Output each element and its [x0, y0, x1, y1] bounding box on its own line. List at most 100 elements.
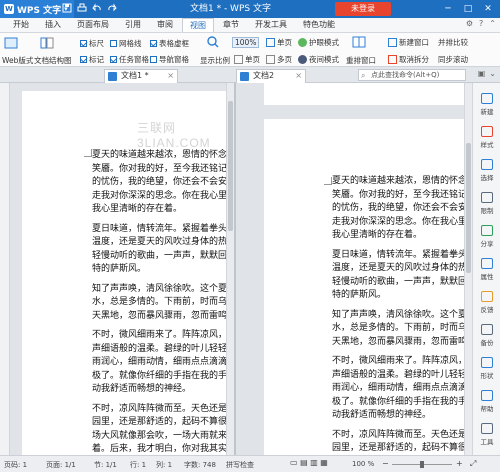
tab-developer[interactable]: 开发工具 — [248, 18, 294, 32]
paragraph[interactable]: 夏天的味道越来越浓，恩情的怀念越 笑靥。你对我的好，至今我还铭记在 的忧伤，我的绝望… — [332, 175, 472, 243]
one-page-view-button[interactable]: 单页 — [234, 54, 260, 65]
tab-start[interactable]: 开始 — [6, 18, 36, 32]
gridlines-checkbox[interactable]: 网格线 — [110, 38, 142, 49]
help-icon[interactable]: ? — [479, 19, 483, 28]
close-tab-icon[interactable]: × — [167, 70, 174, 82]
sidebar-item-share[interactable]: 分享 — [473, 225, 500, 248]
paragraph[interactable]: 夏天的味道越来越浓，恩情的怀念越 笑靥。你对我的好，至今我还铭记在心 的忧伤，我的绝… — [92, 149, 234, 217]
side-by-side-button[interactable]: 并排比较 — [438, 37, 468, 48]
tab-review[interactable]: 审阅 — [150, 18, 180, 32]
new-window-label: 新建窗口 — [399, 38, 429, 47]
print-icon[interactable] — [77, 3, 87, 13]
left-text-body[interactable]: 夏天的味道越来越浓，恩情的怀念越 笑靥。你对我的好，至今我还铭记在心 的忧伤，我的绝… — [92, 149, 234, 455]
ruler-checkbox[interactable]: 标尺 — [80, 38, 104, 49]
eye-icon — [298, 38, 307, 47]
show-ratio-wrap[interactable]: 显示比例 — [200, 55, 230, 66]
right-document-pane[interactable]: 夏天的味道越来越浓，恩情的怀念越 笑靥。你对我的好，至今我还铭记在 的忧伤，我的绝望… — [236, 83, 472, 455]
right-vertical-scrollbar[interactable] — [464, 83, 472, 455]
settings-icon[interactable]: ⚙ — [466, 19, 473, 28]
zoom-slider-thumb[interactable] — [420, 461, 424, 468]
paragraph[interactable]: 不时，凉风阵阵微而至。天色还是园里，还是那舒适的，起码不算很热场大风就像那会吹，… — [332, 429, 472, 456]
share-icon — [481, 225, 493, 236]
spell-check-button[interactable]: 拼写检查 — [226, 460, 254, 470]
text-line: 夏天的味道越来越浓，恩情的怀念越 — [332, 176, 472, 186]
multi-page-button[interactable]: 多页 — [266, 54, 292, 65]
document-tab-1-label: 文档1 * — [121, 71, 149, 80]
tab-page-layout[interactable]: 页面布局 — [70, 18, 116, 32]
tab-insert[interactable]: 插入 — [38, 18, 68, 32]
table-grid-checkbox[interactable]: 表格虚框 — [150, 38, 189, 49]
cancel-split-button[interactable]: 取消拆分 — [388, 54, 429, 65]
document-tab-2[interactable]: 文档2 × — [236, 69, 306, 83]
sidebar-item-style[interactable]: 样式 — [473, 126, 500, 149]
markers-checkbox[interactable]: 标记 — [80, 54, 104, 65]
sidebar-item-backup[interactable]: 备份 — [473, 324, 500, 347]
text-line: 水，总是多情的。下雨前，时而乌云 — [92, 297, 234, 307]
document-tab-1[interactable]: 文档1 * × — [104, 69, 178, 83]
save-icon[interactable] — [62, 3, 72, 13]
expand-icon[interactable]: ⌄ — [489, 69, 496, 78]
fit-window-icon[interactable]: ⤢ — [470, 459, 476, 469]
rearrange-window-button[interactable] — [352, 36, 366, 50]
nav-pane-checkbox[interactable]: 导航窗格 — [150, 54, 189, 65]
night-mode-label: 夜间模式 — [309, 55, 339, 64]
paragraph[interactable]: 知了声声唤，清风徐徐吹。这个夏天 水，总是多情的。下雨前，时而乌云 天黑地，忽而暴风… — [92, 283, 234, 324]
close-button[interactable]: ✕ — [478, 4, 498, 14]
command-search-input[interactable]: ⌕ 点此查找命令(Alt+Q) — [358, 69, 466, 81]
new-window-button[interactable]: 新建窗口 — [388, 37, 429, 48]
minimize-button[interactable]: ─ — [438, 4, 458, 14]
document-page[interactable]: 三联网 3LIAN.COM 夏天的味道越来越浓，恩情的怀念越 笑靥。你对我的好，至… — [22, 91, 234, 455]
full-screen-button[interactable] — [4, 37, 18, 51]
paragraph[interactable]: 不时，凉风阵阵微而至。天色还是园里，还是那舒适的，起码不算很热场大风就像那会吹，… — [92, 403, 234, 456]
scroll-thumb[interactable] — [466, 143, 471, 273]
paragraph[interactable]: 不时，微风细雨来了。阵阵凉风，吹 声细语般的温柔。碧绿的叶儿轻轻的 雨润心，细雨动情… — [92, 329, 234, 397]
night-mode-button[interactable]: 夜间模式 — [298, 54, 339, 65]
tab-reference[interactable]: 引用 — [118, 18, 148, 32]
tab-chapter[interactable]: 章节 — [216, 18, 246, 32]
sync-scroll-button[interactable]: 同步滚动 — [438, 54, 468, 65]
redo-icon[interactable] — [107, 3, 117, 13]
paragraph[interactable]: 不时，微风细雨来了。阵阵凉风，吹 声细语般的温柔。碧绿的叶儿轻轻的 雨润心，细雨动情… — [332, 355, 472, 423]
zoom-button[interactable] — [206, 36, 220, 50]
status-words[interactable]: 字数: 748 — [184, 460, 216, 470]
task-pane-checkbox[interactable]: 任务窗格 — [110, 54, 149, 65]
zoom-100-button[interactable]: 100% — [232, 37, 260, 48]
zoom-out-icon[interactable]: − — [382, 459, 389, 468]
window-layout-icon[interactable]: ▣ — [478, 69, 486, 78]
single-page-button[interactable]: 单页 — [266, 37, 292, 48]
eye-mode-button[interactable]: 护眼模式 — [298, 37, 339, 48]
paragraph[interactable]: 知了声声唤，清风徐徐吹。这个夏天 水，总是多情的。下雨前，时而乌云 天黑地，忽而暴风… — [332, 309, 472, 350]
login-button[interactable]: 未登录 — [335, 2, 391, 16]
paragraph[interactable]: 夏日味道，情转流年。紧握着拳头， 温度，还是夏天的风吹过身体的热度 轻慢动听的歌曲，… — [332, 249, 472, 303]
sidebar-item-help[interactable]: 帮助 — [473, 390, 500, 413]
zoom-in-icon[interactable]: + — [456, 459, 463, 468]
view-mode-icons[interactable]: ▭ ▤ ▥ ▦ — [290, 458, 328, 467]
web-view-button[interactable]: Web版式 — [2, 55, 33, 66]
status-row: 行: 1 — [130, 461, 147, 469]
close-tab-icon[interactable]: × — [295, 70, 302, 82]
maximize-button[interactable]: □ — [458, 4, 478, 14]
scroll-thumb[interactable] — [228, 101, 233, 231]
collapse-ribbon-icon[interactable]: ⌃ — [489, 19, 496, 28]
sidebar-item-tools[interactable]: 工具 — [473, 423, 500, 446]
doc-structure-button[interactable] — [40, 37, 54, 51]
paragraph[interactable]: 夏日味道，情转流年。紧握着拳头，到 温度，还是夏天的风吹过身体的热度 轻慢动听的歌曲… — [92, 223, 234, 277]
undo-icon[interactable] — [92, 3, 102, 13]
left-vertical-scrollbar[interactable] — [226, 83, 234, 455]
doc-structure-label-wrap[interactable]: 文档结构图 — [34, 55, 72, 66]
sidebar-item-property[interactable]: 属性 — [473, 258, 500, 281]
right-text-body[interactable]: 夏天的味道越来越浓，恩情的怀念越 笑靥。你对我的好，至今我还铭记在 的忧伤，我的绝望… — [332, 175, 472, 455]
sidebar-item-label: 样式 — [480, 141, 494, 149]
document-page[interactable]: 夏天的味道越来越浓，恩情的怀念越 笑靥。你对我的好，至今我还铭记在 的忧伤，我的绝望… — [264, 119, 472, 455]
rearrange-label-wrap[interactable]: 重排窗口 — [346, 55, 376, 66]
sidebar-item-shape[interactable]: 形状 — [473, 357, 500, 380]
tab-view[interactable]: 视图 — [182, 18, 214, 32]
left-document-pane[interactable]: 三联网 3LIAN.COM 夏天的味道越来越浓，恩情的怀念越 笑靥。你对我的好，至… — [0, 83, 234, 455]
sidebar-item-new[interactable]: 新建 — [473, 93, 500, 116]
sidebar-item-select[interactable]: 选择 — [473, 159, 500, 182]
sidebar-item-restrict[interactable]: 限制 — [473, 192, 500, 215]
tab-features[interactable]: 特色功能 — [296, 18, 342, 32]
sidebar-item-label: 备份 — [480, 339, 494, 347]
sidebar-item-feedback[interactable]: 反馈 — [473, 291, 500, 314]
text-line: 极了。就像你纤细的手指在我的手掌 — [92, 370, 234, 381]
